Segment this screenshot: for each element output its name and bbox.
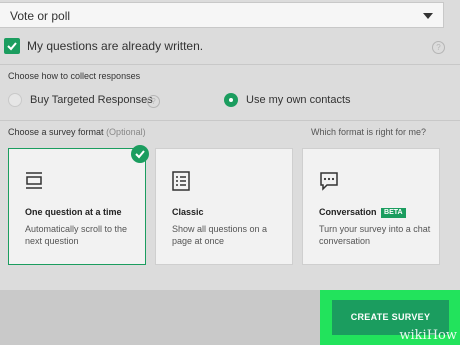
card-title: Conversation BETA — [319, 207, 406, 218]
help-icon[interactable]: ? — [147, 95, 160, 108]
questions-written-label: My questions are already written. — [27, 39, 204, 53]
divider — [0, 120, 460, 121]
format-card-one-question[interactable]: One question at a time Automatically scr… — [8, 145, 149, 265]
format-section-title: Choose a survey format (Optional) — [8, 127, 146, 137]
list-icon — [172, 171, 190, 191]
buy-targeted-label[interactable]: Buy Targeted Responses — [30, 94, 153, 106]
format-help-link[interactable]: Which format is right for me? — [311, 127, 426, 137]
format-optional-text: (Optional) — [106, 127, 146, 137]
radio-buy-targeted[interactable] — [8, 93, 22, 107]
chat-icon — [320, 172, 338, 191]
card-description: Automatically scroll to the next questio… — [25, 224, 128, 246]
card-title: One question at a time — [25, 207, 122, 217]
wikihow-watermark: wikiHow — [399, 328, 457, 343]
format-card-conversation[interactable]: Conversation BETA Turn your survey into … — [302, 148, 440, 265]
collect-section-title: Choose how to collect responses — [8, 71, 141, 81]
survey-type-select[interactable]: Vote or poll — [0, 2, 444, 28]
single-question-icon — [26, 172, 42, 189]
survey-type-value: Vote or poll — [10, 9, 71, 23]
checkmark-icon — [7, 42, 17, 51]
help-icon[interactable]: ? — [432, 41, 445, 54]
card-description: Turn your survey into a chat conversatio… — [319, 224, 431, 246]
divider — [0, 64, 460, 65]
card-title-text: Conversation — [319, 207, 377, 217]
caret-down-icon[interactable] — [423, 13, 433, 19]
format-card-classic[interactable]: Classic Show all questions on a page at … — [155, 148, 293, 265]
beta-badge: BETA — [381, 208, 406, 218]
format-title-text: Choose a survey format — [8, 127, 104, 137]
selected-check-icon — [131, 145, 149, 163]
survey-options-panel: Vote or poll My questions are already wr… — [0, 0, 460, 290]
card-description: Show all questions on a page at once — [172, 224, 268, 246]
own-contacts-label[interactable]: Use my own contacts — [246, 94, 351, 106]
radio-own-contacts[interactable] — [224, 93, 238, 107]
questions-written-checkbox[interactable] — [4, 38, 20, 54]
card-title: Classic — [172, 207, 204, 217]
